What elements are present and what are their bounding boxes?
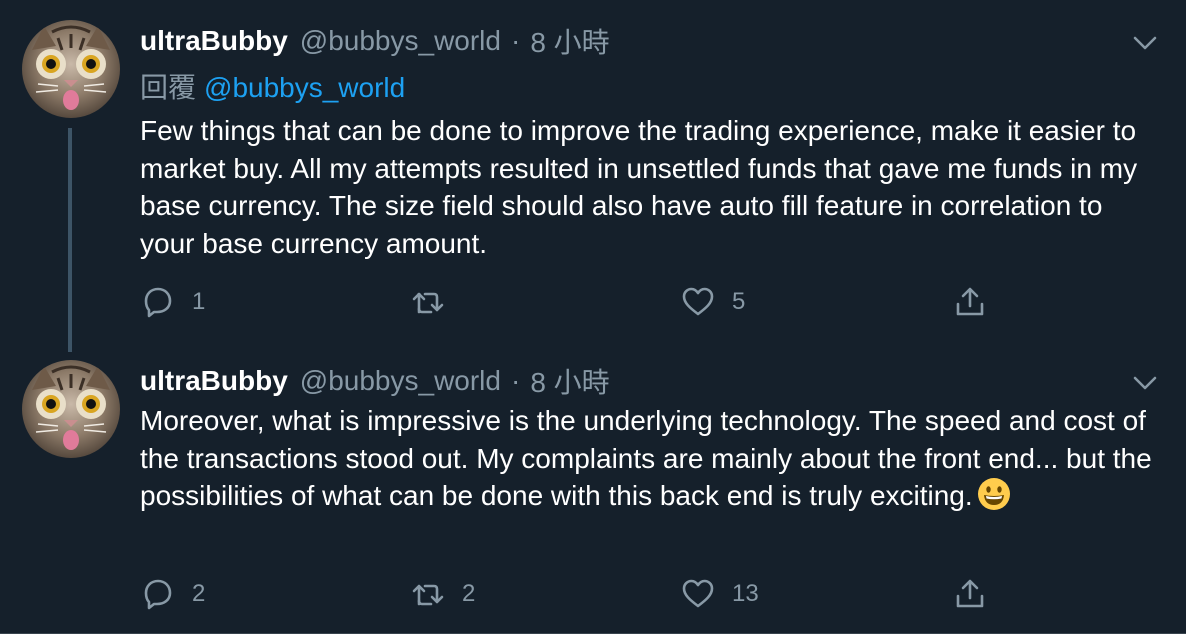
tweet-timestamp[interactable]: 8 小時	[530, 361, 609, 401]
author-name[interactable]: ultraBubby	[140, 25, 288, 57]
chevron-down-icon[interactable]	[1130, 28, 1160, 58]
heart-icon	[682, 579, 714, 608]
thread-connector-line	[68, 128, 72, 352]
author-name[interactable]: ultraBubby	[140, 365, 288, 397]
retweet-button[interactable]: 2	[410, 574, 475, 614]
reply-icon	[144, 579, 172, 610]
tweet-thread: ultraBubby @bubbys_world · 8 小時 回覆 @bubby…	[0, 0, 1186, 634]
replying-to: 回覆 @bubbys_world	[140, 66, 405, 106]
like-button[interactable]: 5	[680, 282, 745, 322]
author-handle[interactable]: @bubbys_world	[300, 365, 501, 397]
avatar[interactable]	[22, 360, 120, 458]
replying-to-label: 回覆	[140, 72, 197, 103]
avatar[interactable]	[22, 20, 120, 118]
tweet-header: ultraBubby @bubbys_world · 8 小時	[140, 23, 610, 59]
retweet-button[interactable]	[410, 282, 462, 322]
heart-icon	[682, 287, 714, 316]
author-handle[interactable]: @bubbys_world	[300, 25, 501, 57]
tweet-text: Few things that can be done to improve t…	[140, 115, 1138, 259]
tweet-actions: 2 2 13	[140, 574, 1000, 614]
share-button[interactable]	[952, 282, 988, 322]
reply-count: 2	[192, 580, 206, 607]
tweet-text: Moreover, what is impressive is the unde…	[140, 402, 1160, 515]
share-icon	[956, 287, 984, 316]
tweet-header: ultraBubby @bubbys_world · 8 小時	[140, 363, 610, 399]
chevron-down-icon[interactable]	[1130, 368, 1160, 398]
like-count: 5	[732, 288, 746, 315]
tweet-timestamp[interactable]: 8 小時	[530, 21, 609, 61]
like-button[interactable]: 13	[680, 574, 759, 614]
like-count: 13	[732, 580, 759, 607]
reply-icon	[144, 287, 172, 318]
reply-button[interactable]: 2	[140, 574, 205, 614]
retweet-count: 2	[462, 580, 476, 607]
cat-avatar-image	[32, 25, 110, 110]
tweet[interactable]: ultraBubby @bubbys_world · 8 小時 Moreover…	[0, 350, 1186, 634]
replying-to-mention[interactable]: @bubbys_world	[204, 72, 405, 103]
reply-button[interactable]: 1	[140, 282, 205, 322]
reply-count: 1	[192, 288, 206, 315]
cat-avatar-image	[32, 365, 110, 450]
grinning-face-emoji	[977, 478, 1010, 510]
header-separator: ·	[510, 25, 521, 56]
share-icon	[956, 579, 984, 608]
tweet-actions: 1 5	[140, 282, 1000, 322]
header-separator: ·	[510, 365, 521, 396]
share-button[interactable]	[952, 574, 988, 614]
retweet-icon	[412, 584, 444, 606]
tweet[interactable]: ultraBubby @bubbys_world · 8 小時 回覆 @bubby…	[0, 0, 1186, 352]
retweet-icon	[412, 292, 444, 314]
